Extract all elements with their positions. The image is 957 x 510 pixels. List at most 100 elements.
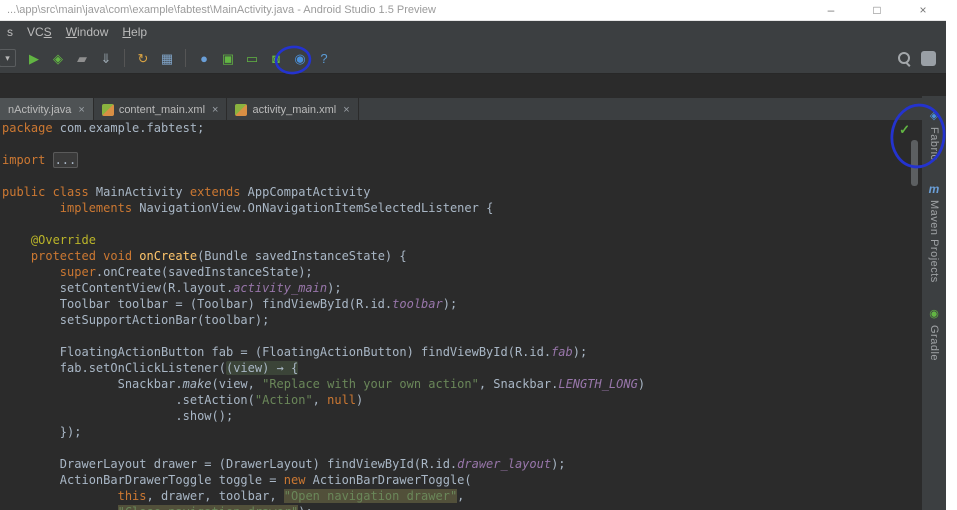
run-icon[interactable]: ▶ <box>23 47 45 69</box>
tool-button-fabric[interactable]: ◈ Fabric <box>928 110 940 161</box>
toolbar-separator <box>185 49 186 67</box>
screenshot-root: { "window": { "title": "...\\app\\src\\m… <box>0 0 957 510</box>
titlebar: ...\app\src\main\java\com\example\fabtes… <box>0 0 946 21</box>
close-button[interactable]: × <box>900 0 946 20</box>
code-segment: ); <box>551 457 566 471</box>
code-line: setContentView(R.layout.activity_main); <box>2 280 922 296</box>
tool-button-label: Gradle <box>928 325 940 362</box>
tab-close-icon[interactable]: × <box>78 104 84 116</box>
main-toolbar: ▾ ▶ ◈ ▰ ⇓ ↻ ▦ ● ▣ ▭ ◙ ◉? <box>0 43 946 74</box>
code-line: setSupportActionBar(toolbar); <box>2 312 922 328</box>
code-segment: make <box>182 377 212 391</box>
code-segment: import <box>2 153 53 167</box>
code-segment: protected void <box>30 249 140 263</box>
code-line: super.onCreate(savedInstanceState); <box>2 264 922 280</box>
code-segment: Toolbar toolbar = (Toolbar) findViewById… <box>2 297 393 311</box>
tool-window-bar: ◈ Fabric m Maven Projects ◉ Gradle <box>922 96 946 510</box>
tool-button-label: Fabric <box>928 127 940 161</box>
code-line: .setAction("Action", null) <box>2 392 922 408</box>
tab-nactivity-java[interactable]: nActivity.java × <box>0 98 94 122</box>
window-title: ...\app\src\main\java\com\example\fabtes… <box>7 4 436 16</box>
menu-item-window[interactable]: Window <box>59 23 116 41</box>
android-file-icon <box>101 104 114 116</box>
code-segment: "Replace with your own action" <box>262 377 479 391</box>
code-line: protected void onCreate(Bundle savedInst… <box>2 248 922 264</box>
tab-activity-main-xml[interactable]: activity_main.xml × <box>227 98 359 122</box>
menu-item-s[interactable]: s <box>0 23 20 41</box>
editor-scrollbar-thumb[interactable] <box>911 140 918 186</box>
code-line: implements NavigationView.OnNavigationIt… <box>2 200 922 216</box>
maximize-button[interactable]: □ <box>854 0 900 20</box>
code-segment: ); <box>572 345 588 359</box>
help-icon[interactable]: ? <box>313 47 335 69</box>
sync-project-icon[interactable]: ↻ <box>132 47 154 69</box>
code-line: ActionBarDrawerToggle toggle = new Actio… <box>2 472 922 488</box>
code-line: fab.setOnClickListener((view) → { <box>2 360 922 376</box>
tool-button-label: Maven Projects <box>928 199 940 283</box>
run-configurations-dropdown[interactable]: ▾ <box>0 49 16 67</box>
code-segment: FloatingActionButton fab = (FloatingActi… <box>2 345 552 359</box>
menu-item-vcs[interactable]: VCS <box>20 23 59 41</box>
code-segment: public class <box>2 185 96 199</box>
location-pin-icon[interactable]: ● <box>193 47 215 69</box>
tab-label: content_main.xml <box>118 104 206 116</box>
project-structure-icon[interactable]: ▦ <box>156 47 178 69</box>
android-studio-window: ...\app\src\main\java\com\example\fabtes… <box>0 0 946 510</box>
code-segment: implements <box>59 201 140 215</box>
tab-close-icon[interactable]: × <box>212 104 218 116</box>
tool-button-gradle[interactable]: ◉ Gradle <box>928 308 940 361</box>
tab-label: nActivity.java <box>8 104 72 116</box>
code-line: "Close navigation drawer"); <box>2 504 922 510</box>
tool-button-maven-projects[interactable]: m Maven Projects <box>928 183 940 283</box>
code-segment: , drawer, toolbar, <box>146 489 284 503</box>
tab-close-icon[interactable]: × <box>343 104 349 116</box>
code-line: Snackbar.make(view, "Replace with your o… <box>2 376 922 392</box>
device-monitor-icon[interactable]: ▣ <box>217 47 239 69</box>
code-segment: .onCreate(savedInstanceState); <box>95 265 313 279</box>
code-line: DrawerLayout drawer = (DrawerLayout) fin… <box>2 456 922 472</box>
code-editor[interactable]: package com.example.fabtest; import ... pu… <box>0 120 922 510</box>
code-line: Toolbar toolbar = (Toolbar) findViewById… <box>2 296 922 312</box>
android-file-icon <box>235 104 248 116</box>
code-segment: ); <box>442 297 458 311</box>
code-line: public class MainActivity extends AppCom… <box>2 184 922 200</box>
code-segment: package <box>2 121 60 135</box>
code-segment: activity_main <box>233 281 328 295</box>
code-segment: super <box>59 265 96 279</box>
gradle-tool-icon: ◉ <box>929 308 939 321</box>
code-line: .show(); <box>2 408 922 424</box>
code-segment: fab.setOnClickListener( <box>2 361 226 375</box>
inspection-status-icon[interactable]: ✓ <box>899 122 910 138</box>
code-segment: Snackbar. <box>2 377 183 391</box>
code-line: package com.example.fabtest; <box>2 120 922 136</box>
code-segment: "Action" <box>254 393 313 407</box>
profile-icon[interactable]: ▰ <box>71 47 93 69</box>
tab-content-main-xml[interactable]: content_main.xml × <box>94 98 228 122</box>
avd-manager-icon[interactable]: ▭ <box>241 47 263 69</box>
code-segment: , <box>457 489 465 503</box>
code-segment: ) <box>356 393 364 407</box>
code-segment: }); <box>2 425 82 439</box>
menu-bar: s VCS Window Help <box>0 21 946 43</box>
minimize-button[interactable]: – <box>808 0 854 20</box>
search-icon[interactable] <box>898 51 911 65</box>
run-with-coverage-icon[interactable]: ◈ <box>47 47 69 69</box>
menu-item-help[interactable]: Help <box>115 23 154 41</box>
code-segment: ActionBarDrawerToggle toggle = <box>2 473 284 487</box>
attach-debugger-icon[interactable]: ⇓ <box>95 47 117 69</box>
code-segment: new <box>283 473 313 487</box>
fabric-icon[interactable]: ◉ <box>289 47 311 69</box>
user-avatar-icon[interactable] <box>921 50 936 66</box>
sdk-manager-icon[interactable]: ◙ <box>265 47 287 69</box>
code-segment: @Override <box>30 233 96 247</box>
code-segment: toolbar <box>392 297 443 311</box>
code-line: this, drawer, toolbar, "Open navigation … <box>2 488 922 504</box>
code-segment: .show(); <box>2 409 234 423</box>
